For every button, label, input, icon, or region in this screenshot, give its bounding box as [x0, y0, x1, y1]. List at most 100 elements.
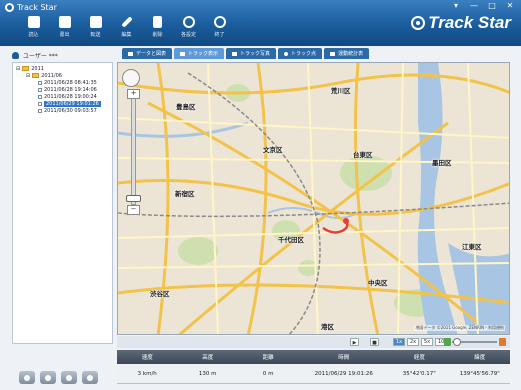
track-checkbox[interactable] [38, 101, 42, 106]
value-altitude: 130 m [198, 370, 217, 377]
left-panel: ユーザー *** ⊟ 2011 ⊟ 2011/06 2011/06/28 08:… [12, 49, 113, 385]
toolbar-export-button[interactable]: 書出 [53, 16, 76, 38]
toolbar-edit-button[interactable]: 編集 [115, 16, 138, 38]
track-checkbox[interactable] [38, 87, 42, 92]
track-checkbox[interactable] [38, 94, 42, 99]
tab-label: 運動統計表 [338, 51, 364, 57]
tab-data-chart[interactable]: データと図表 [122, 48, 173, 59]
tree-item[interactable]: 2011/06/30 09:03:57 [38, 107, 97, 114]
minimize-button[interactable]: — [469, 2, 479, 10]
toolbar-settings-button[interactable]: 各設定 [177, 16, 200, 38]
folder-icon [32, 73, 40, 78]
zoom-in-button[interactable]: + [127, 89, 140, 99]
tab-track-points[interactable]: トラック点 [278, 48, 323, 59]
tab-label: トラック写真 [240, 51, 271, 57]
speed-1x-button[interactable]: 1x [393, 338, 406, 346]
tab-track-view[interactable]: トラック表示 [174, 48, 225, 59]
track-checkbox[interactable] [38, 80, 42, 85]
value-time: 2011/06/29 19:01:26 [314, 370, 373, 377]
app-icon [5, 3, 14, 12]
value-speed: 3 km/h [137, 370, 157, 377]
tree-item-label: 2011/06/28 19:14:06 [44, 86, 97, 93]
map-label-koto: 江東区 [462, 243, 482, 251]
add-user-button[interactable] [19, 371, 35, 384]
user-icon [12, 51, 19, 59]
tab-label: トラック点 [291, 51, 317, 57]
export-icon [58, 16, 71, 28]
track-checkbox[interactable] [38, 108, 42, 113]
user-delete-icon [66, 374, 72, 381]
expand-icon[interactable]: ⊟ [26, 73, 30, 79]
toolbar-exit-button[interactable]: 終了 [208, 16, 231, 38]
map-label-chuo: 中央区 [368, 279, 388, 287]
map-label-chiyoda: 千代田区 [278, 236, 304, 244]
tree-node-year[interactable]: ⊟ 2011 [16, 65, 44, 72]
toolbar-transfer-button[interactable]: 転送 [84, 16, 107, 38]
pencil-icon [120, 16, 133, 28]
menu-button[interactable]: ▾ [451, 2, 461, 10]
tab-exercise-stats[interactable]: 運動統計表 [324, 48, 370, 59]
toolbar-import-button[interactable]: 読込 [22, 16, 45, 38]
value-latitude: 139°45'56.79" [459, 370, 500, 377]
camera-icon [232, 51, 238, 56]
folder-open-icon [27, 16, 40, 28]
tree-item[interactable]: 2011/06/28 19:00:24 [38, 93, 97, 100]
close-button[interactable]: ✕ [505, 2, 515, 10]
trash-icon [153, 16, 162, 28]
map-view[interactable]: 荒川区 豊島区 文京区 台東区 新宿区 墨田区 千代田区 中央区 渋谷区 港区 … [117, 62, 510, 335]
tree-year-label: 2011 [31, 65, 44, 72]
folder-icon [22, 66, 30, 71]
stats-icon [330, 51, 336, 56]
map-label-sumida: 墨田区 [432, 159, 452, 167]
tree-item-selected[interactable]: 2011/06/29 19:01:26 [38, 100, 101, 107]
track-tree: ⊟ 2011 ⊟ 2011/06 2011/06/28 08:41:35 201… [12, 62, 113, 344]
map-pan-control[interactable] [122, 69, 140, 87]
window-title: Track Star [17, 3, 57, 12]
start-flag-icon [444, 338, 451, 346]
tree-item[interactable]: 2011/06/28 08:41:35 [38, 79, 97, 86]
zoom-slider-knob[interactable] [126, 195, 141, 202]
playback-slider-knob[interactable] [453, 338, 461, 346]
edit-user-button[interactable] [40, 371, 56, 384]
toolbar-delete-button[interactable]: 削除 [146, 16, 169, 38]
app-window: Track Star ▾ — □ ✕ Track Star 読込 書出 転送 編… [0, 0, 521, 390]
user-switch-icon [87, 374, 93, 381]
speed-5x-button[interactable]: 5x [421, 338, 434, 346]
settings-icon [182, 16, 195, 28]
header-latitude: 緯度 [474, 355, 486, 361]
toolbar-label: 転送 [90, 32, 101, 38]
toolbar-label: 終了 [214, 32, 225, 38]
toolbar-label: 各設定 [180, 32, 196, 38]
zoom-out-button[interactable]: − [127, 205, 140, 215]
header-distance: 距離 [262, 355, 274, 361]
speed-2x-button[interactable]: 2x [407, 338, 420, 346]
tree-item-label: 2011/06/29 19:01:26 [44, 100, 101, 107]
stats-table: 速度 高度 距離 時間 経度 緯度 3 km/h 130 m 0 m 2011/… [117, 350, 510, 384]
end-flag-icon [499, 338, 506, 346]
expand-icon[interactable]: ⊟ [16, 66, 20, 72]
map-label-bunkyo: 文京区 [263, 146, 283, 154]
zoom-slider-track[interactable] [131, 89, 136, 205]
switch-user-button[interactable] [82, 371, 98, 384]
tree-node-month[interactable]: ⊟ 2011/06 [26, 72, 62, 79]
toolbar-label: 読込 [28, 32, 39, 38]
chart-icon [128, 51, 133, 56]
map-label-shinjuku: 新宿区 [175, 190, 195, 198]
map-label-toshima: 豊島区 [176, 103, 196, 111]
toolbar-label: 編集 [121, 32, 132, 38]
user-row: ユーザー *** [12, 49, 113, 61]
view-tabs: データと図表 トラック表示 トラック写真 トラック点 運動統計表 [122, 48, 370, 59]
stop-button[interactable]: ■ [370, 338, 379, 346]
tab-track-photo[interactable]: トラック写真 [226, 48, 277, 59]
tree-item[interactable]: 2011/06/28 19:14:06 [38, 86, 97, 93]
maximize-button[interactable]: □ [487, 2, 497, 10]
user-label: ユーザー *** [23, 52, 58, 60]
delete-user-button[interactable] [61, 371, 77, 384]
title-toolbar-bar: Track Star ▾ — □ ✕ Track Star 読込 書出 転送 編… [0, 0, 521, 46]
map-label-taito: 台東区 [353, 151, 373, 159]
play-button[interactable]: ▶ [350, 338, 359, 346]
header-speed: 速度 [141, 355, 153, 361]
toolbar-label: 削除 [152, 32, 163, 38]
left-action-buttons [19, 371, 98, 384]
header-altitude: 高度 [202, 355, 214, 361]
